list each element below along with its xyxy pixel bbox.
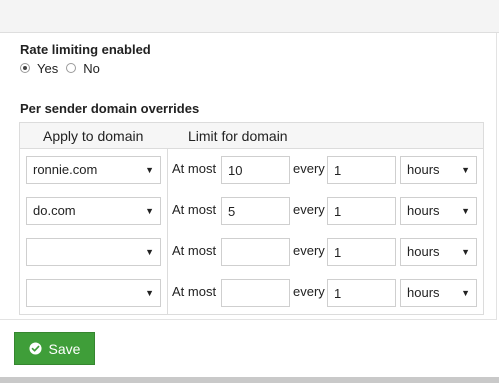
caret-down-icon: ▼ (461, 247, 470, 257)
save-button-label: Save (48, 340, 81, 357)
radio-no-label[interactable]: No (83, 61, 100, 76)
at-most-label: At most (172, 284, 217, 299)
domain-select-value: do.com (33, 203, 76, 218)
limit-input[interactable]: 10 (221, 156, 290, 184)
caret-down-icon: ▼ (461, 165, 470, 175)
every-label: every (293, 243, 325, 258)
save-button[interactable]: Save (14, 332, 95, 365)
every-input[interactable]: 1 (327, 238, 396, 266)
table-row: ▼ At most every 1 hours ▼ (20, 231, 483, 272)
every-input[interactable]: 1 (327, 197, 396, 225)
rate-limiting-label: Rate limiting enabled (20, 42, 151, 57)
unit-select[interactable]: hours ▼ (400, 197, 477, 225)
bottom-scrollbar[interactable] (0, 377, 499, 383)
domain-select[interactable]: ▼ (26, 238, 161, 266)
table-row: do.com ▼ At most 5 every 1 hours ▼ (20, 190, 483, 231)
limit-input[interactable]: 5 (221, 197, 290, 225)
every-input[interactable]: 1 (327, 156, 396, 184)
rate-limiting-radio-group: Yes No (20, 60, 108, 76)
caret-down-icon: ▼ (145, 206, 154, 216)
limit-input[interactable] (221, 238, 290, 266)
overrides-table: Apply to domain Limit for domain ronnie.… (19, 122, 484, 315)
radio-yes[interactable] (20, 63, 30, 73)
every-label: every (293, 161, 325, 176)
unit-select-value: hours (407, 285, 440, 300)
table-row: ▼ At most every 1 hours ▼ (20, 272, 483, 313)
limit-input[interactable] (221, 279, 290, 307)
table-header: Apply to domain Limit for domain (20, 123, 483, 149)
caret-down-icon: ▼ (145, 165, 154, 175)
caret-down-icon: ▼ (461, 288, 470, 298)
every-input[interactable]: 1 (327, 279, 396, 307)
every-label: every (293, 284, 325, 299)
caret-down-icon: ▼ (145, 247, 154, 257)
unit-select-value: hours (407, 162, 440, 177)
header-apply-to-domain: Apply to domain (43, 128, 144, 144)
header-limit-for-domain: Limit for domain (188, 128, 288, 144)
domain-select[interactable]: ronnie.com ▼ (26, 156, 161, 184)
table-row: ronnie.com ▼ At most 10 every 1 hours ▼ (20, 149, 483, 190)
check-circle-icon (28, 342, 42, 355)
unit-select-value: hours (407, 244, 440, 259)
at-most-label: At most (172, 243, 217, 258)
unit-select[interactable]: hours ▼ (400, 279, 477, 307)
unit-select-value: hours (407, 203, 440, 218)
unit-select[interactable]: hours ▼ (400, 238, 477, 266)
caret-down-icon: ▼ (145, 288, 154, 298)
caret-down-icon: ▼ (461, 206, 470, 216)
radio-no[interactable] (66, 63, 77, 73)
domain-select-value: ronnie.com (33, 162, 98, 177)
at-most-label: At most (172, 202, 217, 217)
at-most-label: At most (172, 161, 217, 176)
unit-select[interactable]: hours ▼ (400, 156, 477, 184)
every-label: every (293, 202, 325, 217)
top-toolbar (0, 0, 499, 33)
radio-yes-label[interactable]: Yes (37, 61, 58, 76)
overrides-label: Per sender domain overrides (20, 101, 200, 116)
domain-select[interactable]: ▼ (26, 279, 161, 307)
domain-select[interactable]: do.com ▼ (26, 197, 161, 225)
